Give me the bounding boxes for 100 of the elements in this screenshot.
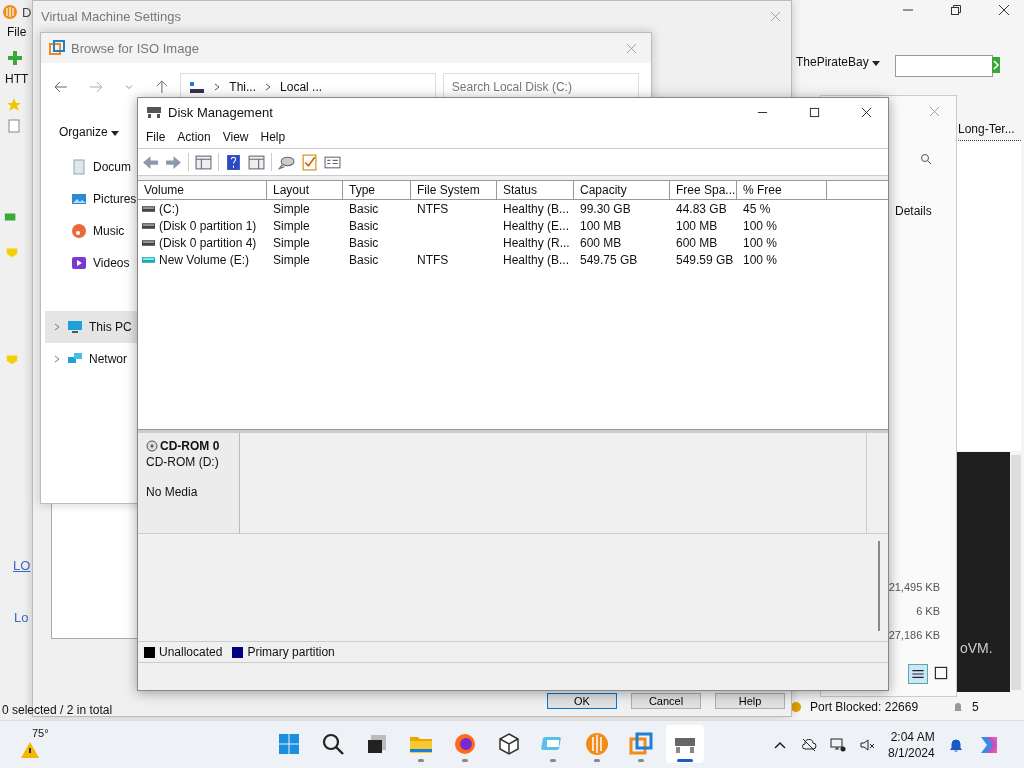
disk-label[interactable]: CD-ROM 0 CD-ROM (D:) No Media: [138, 433, 240, 533]
organize-button[interactable]: Organize: [59, 125, 120, 139]
table-cell: Basic: [349, 218, 379, 233]
bell-icon[interactable]: [947, 737, 964, 753]
panel-icon[interactable]: [248, 153, 265, 171]
disk-name: CD-ROM 0: [160, 439, 220, 453]
column-header[interactable]: Type: [343, 181, 411, 199]
browser-icon[interactable]: [453, 732, 477, 756]
torrent-icon[interactable]: [585, 732, 609, 756]
music-icon: [71, 223, 87, 239]
nav-item[interactable]: This PC: [45, 311, 139, 343]
network-icon[interactable]: [830, 737, 846, 753]
volume-muted-icon[interactable]: [859, 737, 875, 753]
legend-label: Unallocated: [159, 645, 223, 659]
site-menu[interactable]: ThePirateBay: [796, 55, 881, 69]
nav-item[interactable]: Docum: [45, 151, 139, 183]
column-header[interactable]: Layout: [267, 181, 343, 199]
start-icon[interactable]: [277, 732, 301, 756]
vm-logo-icon: [49, 40, 65, 56]
table-cell: Simple: [273, 218, 310, 233]
table-cell: (Disk 0 partition 4): [159, 235, 257, 250]
warning-icon[interactable]: [20, 741, 40, 759]
scrollbar[interactable]: [1011, 455, 1021, 690]
expand-icon[interactable]: [53, 323, 61, 331]
menu-item[interactable]: File: [140, 130, 172, 144]
drive-name: CD-ROM (D:): [146, 455, 220, 469]
column-header[interactable]: % Free: [737, 181, 827, 199]
breadcrumb-item[interactable]: Thi...: [229, 80, 257, 94]
star-icon[interactable]: [6, 97, 22, 113]
close-icon[interactable]: [998, 4, 1010, 16]
table-cell: New Volume (E:): [159, 252, 250, 267]
table-cell: 100 %: [743, 218, 778, 233]
column-header[interactable]: Free Spa...: [670, 181, 737, 199]
table-cell: 549.59 GB: [676, 252, 734, 267]
table-cell: 100 MB: [580, 218, 622, 233]
list-view-icon[interactable]: [908, 664, 928, 684]
status-dot-icon: [790, 701, 802, 713]
caret-icon: [872, 58, 881, 67]
tile-view-icon[interactable]: [932, 664, 950, 682]
table-cell: Basic: [349, 235, 379, 250]
picture-icon: [71, 191, 87, 207]
expand-icon[interactable]: [53, 355, 61, 363]
column-header[interactable]: Long-Ter...: [958, 122, 1015, 136]
cube-icon[interactable]: [497, 732, 521, 756]
nav-item[interactable]: Music: [45, 215, 139, 247]
back-icon[interactable]: [53, 79, 69, 95]
nav-item[interactable]: Networ: [45, 343, 139, 375]
cloud-off-icon[interactable]: [801, 737, 817, 753]
menu-item[interactable]: View: [216, 130, 255, 144]
column-header[interactable]: Volume: [138, 181, 267, 199]
drive-icon: [142, 239, 155, 246]
drive-icon: [142, 256, 155, 263]
scrollbar[interactable]: [878, 541, 880, 631]
search-icon[interactable]: [321, 732, 345, 756]
window-title: Disk Management: [168, 104, 274, 120]
table-cell: Simple: [273, 235, 310, 250]
column-header[interactable]: File System: [411, 181, 497, 199]
go-icon[interactable]: [992, 57, 1000, 73]
vm-icon[interactable]: [629, 732, 653, 756]
table-cell: Healthy (R...: [503, 235, 570, 250]
details-label[interactable]: Details: [895, 204, 932, 218]
dialog-button[interactable]: Help: [715, 693, 785, 709]
legend-label: Primary partition: [247, 645, 335, 659]
console-icon[interactable]: [195, 153, 212, 171]
window-title: D: [22, 4, 32, 20]
page-icon[interactable]: [6, 118, 22, 134]
maximize-icon[interactable]: [809, 106, 820, 118]
add-icon[interactable]: [7, 50, 23, 66]
menu-item[interactable]: Action: [171, 130, 217, 144]
menu-item[interactable]: File: [7, 25, 27, 39]
checklist-icon[interactable]: [301, 153, 318, 171]
link[interactable]: Lo: [14, 610, 29, 625]
close-icon[interactable]: [861, 106, 872, 118]
menu-item[interactable]: Help: [254, 130, 292, 144]
table-cell: NTFS: [417, 201, 449, 216]
back-icon[interactable]: [142, 153, 159, 171]
dialog-button[interactable]: Cancel: [631, 693, 701, 709]
bell-icon: [952, 701, 965, 713]
video-icon: [71, 255, 87, 271]
breadcrumb-item[interactable]: Local ...: [280, 80, 323, 94]
clock[interactable]: 2:04 AM 8/1/2024: [888, 729, 935, 761]
size-text: 6 KB: [916, 605, 940, 617]
nav-item[interactable]: Pictures: [45, 183, 139, 215]
toolbar-label: HTT: [5, 72, 29, 86]
table-cell: Healthy (B...: [503, 201, 570, 216]
help-icon[interactable]: [225, 153, 242, 171]
temperature[interactable]: 75°: [32, 727, 49, 739]
search-combo[interactable]: [895, 55, 993, 77]
table-cell: Simple: [273, 252, 310, 267]
column-header[interactable]: Status: [497, 181, 574, 199]
nav-item[interactable]: Videos: [45, 247, 139, 279]
restore-icon[interactable]: [950, 4, 962, 16]
task-view-icon[interactable]: [365, 732, 389, 756]
table-cell: Healthy (E...: [503, 218, 570, 233]
column-header[interactable]: Capacity: [574, 181, 670, 199]
forward-icon[interactable]: [87, 79, 104, 95]
link[interactable]: LO: [13, 558, 31, 573]
banner-text: oVM.: [960, 640, 993, 656]
count-text: 5: [972, 700, 979, 714]
dialog-button[interactable]: OK: [547, 693, 617, 709]
